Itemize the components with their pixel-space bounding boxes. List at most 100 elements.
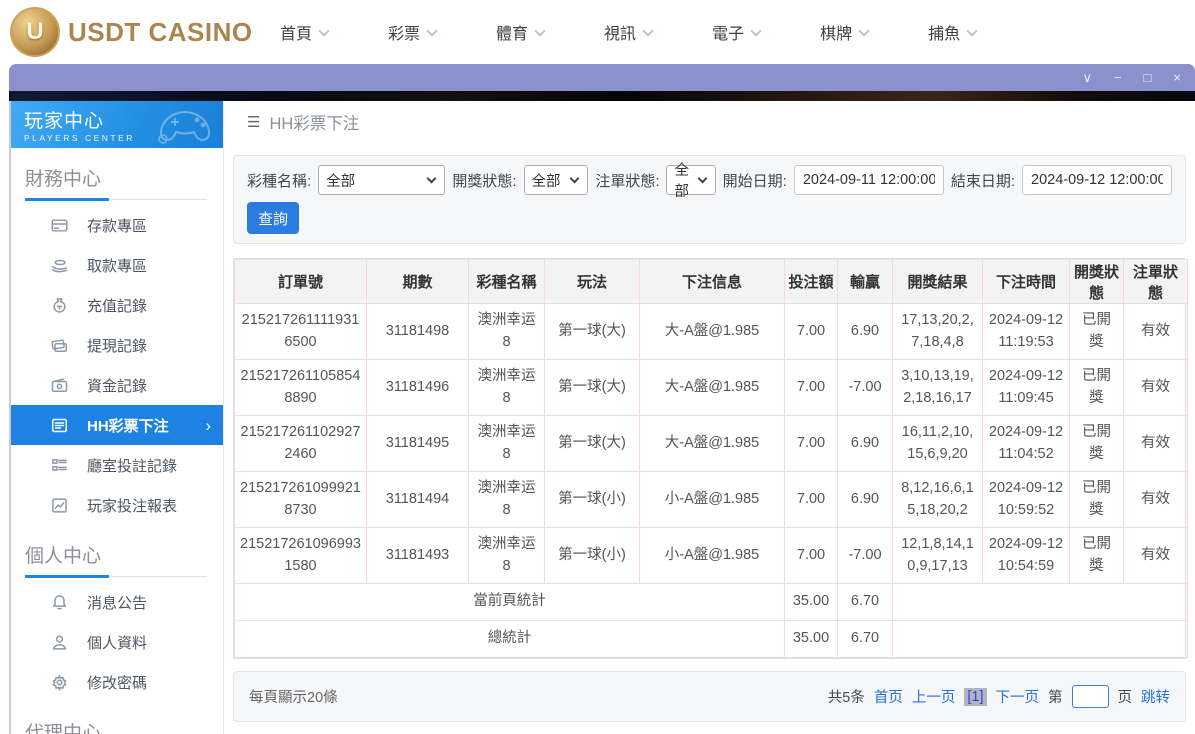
chevron-down-icon xyxy=(569,173,580,184)
table-cell: 小-A盤@1.985 xyxy=(639,471,785,528)
jump-suffix-label: 页 xyxy=(1117,690,1133,706)
start-date-input[interactable] xyxy=(793,165,944,195)
sidebar-item-deposit-area[interactable]: 存款專區 xyxy=(11,205,223,245)
table-cell: 17,13,20,2,7,18,4,8 xyxy=(892,303,983,360)
next-page-link[interactable]: 下一页 xyxy=(996,686,1040,707)
column-header: 期數 xyxy=(366,259,469,304)
section-underline xyxy=(25,575,207,578)
table-cell: 有效 xyxy=(1123,303,1188,360)
table-cell: 7.00 xyxy=(784,415,838,472)
nav-item-sports[interactable]: 體育 xyxy=(496,20,546,44)
sidebar-sections: 財務中心存款專區取款專區 充值記錄提現記錄資金記錄 HH彩票下注 › 廳室投註記錄 玩家投… xyxy=(11,148,223,734)
sidebar-item-withdraw-records[interactable]: 提現記錄 xyxy=(11,325,223,365)
nav-item-lottery[interactable]: 彩票 xyxy=(388,20,438,44)
order-status-select[interactable]: 全部 xyxy=(666,163,716,200)
brand[interactable]: U USDT CASINO xyxy=(10,7,268,57)
jump-prefix-label: 第 xyxy=(1048,690,1063,706)
table-cell: 8,12,16,6,15,18,20,2 xyxy=(892,471,983,528)
window-maximize-icon[interactable]: □ xyxy=(1144,71,1152,84)
table-header-row: 訂單號 期數 彩種名稱 玩法 下注信息 投注額 輸贏 開獎結果 下注時間 開獎狀態 注單狀態 xyxy=(234,259,1188,304)
window-collapse-icon[interactable]: ∨ xyxy=(1082,71,1092,84)
lottery-name-select[interactable]: 全部 xyxy=(318,165,446,195)
table-cell: 第一球(大) xyxy=(544,303,640,360)
main-menu: 首頁 彩票 體育 視訊 電子 棋牌 捕魚 xyxy=(280,20,978,44)
table-cell: 7.00 xyxy=(784,471,838,528)
hamburger-menu-icon[interactable]: ☰ xyxy=(247,113,260,131)
site-top-nav: U USDT CASINO 首頁 彩票 體育 視訊 電子 棋牌 捕魚 xyxy=(0,0,1195,64)
chevron-down-icon xyxy=(750,24,762,37)
chevron-down-icon xyxy=(426,173,437,184)
logo-letter: U xyxy=(26,18,44,45)
summary-empty-cell xyxy=(892,620,1188,658)
draw-status-select[interactable]: 全部 xyxy=(523,165,589,195)
nav-item-label: 視訊 xyxy=(604,26,637,43)
summary-empty-cell xyxy=(892,583,1188,621)
table-cell: 3,10,13,19,2,18,16,17 xyxy=(892,359,983,416)
table-cell: 已開獎 xyxy=(1069,527,1124,584)
sidebar-item-withdraw-area[interactable]: 取款專區 xyxy=(11,245,223,285)
chevron-down-icon xyxy=(318,24,330,37)
table-cell: 澳洲幸运8 xyxy=(468,303,545,360)
first-page-link[interactable]: 首页 xyxy=(874,686,903,707)
nav-item-home[interactable]: 首頁 xyxy=(280,20,330,44)
sidebar-item-label: 消息公告 xyxy=(87,594,148,612)
withdraw-hand-icon xyxy=(51,257,68,274)
lottery-name-label: 彩種名稱: xyxy=(247,172,312,190)
sidebar-item-announcements[interactable]: 消息公告 xyxy=(11,582,223,622)
nav-item-label: 體育 xyxy=(496,26,529,43)
sidebar-item-label: 資金記錄 xyxy=(87,377,148,395)
table-cell: -7.00 xyxy=(837,527,893,584)
summary-bet-total: 35.00 xyxy=(784,583,838,621)
nav-item-board-games[interactable]: 棋牌 xyxy=(820,20,870,44)
pagination-controls: 共5条 首页 上一页 [1] 下一页 第 页 跳转 xyxy=(828,685,1170,708)
app-window: ∨ − □ × 玩家中心 PLAYERS CENTER 財務中心 存款專區 取款專區… xyxy=(9,64,1195,734)
nav-item-label: 彩票 xyxy=(388,26,421,43)
table-row: 2152172610999218730 31181494 澳洲幸运8 第一球(小) 小-… xyxy=(234,471,1188,528)
table-row: 2152172611029272460 31181495 澳洲幸运8 第一球(大) 大-… xyxy=(234,415,1188,472)
sidebar-item-change-password[interactable]: 修改密碼 xyxy=(11,662,223,702)
sidebar-section-title: 財務中心 xyxy=(25,169,102,190)
chevron-down-icon xyxy=(534,24,546,37)
table-cell: 7.00 xyxy=(784,303,838,360)
current-page[interactable]: [1] xyxy=(964,687,987,706)
sidebar-item-label: 存款專區 xyxy=(87,217,148,235)
deposit-card-icon xyxy=(51,217,68,234)
table-cell: 2152172611058548890 xyxy=(234,359,367,416)
window-close-icon[interactable]: × xyxy=(1173,71,1181,84)
search-button[interactable]: 查詢 xyxy=(247,202,299,234)
sidebar-item-recharge-records[interactable]: 充值記錄 xyxy=(11,285,223,325)
sidebar-item-label: 提現記錄 xyxy=(87,337,148,355)
sidebar-item-hh-lottery-bets[interactable]: HH彩票下注 › xyxy=(11,405,223,445)
table-cell: 2024-09-12 11:09:45 xyxy=(982,359,1070,416)
sidebar-item-room-bet-records[interactable]: 廳室投註記錄 xyxy=(11,445,223,485)
nav-item-video[interactable]: 視訊 xyxy=(604,20,654,44)
table-cell: -7.00 xyxy=(837,359,893,416)
column-header: 投注額 xyxy=(784,259,838,304)
table-cell: 6.90 xyxy=(837,303,893,360)
nav-item-fishing[interactable]: 捕魚 xyxy=(928,20,978,44)
nav-item-electronic[interactable]: 電子 xyxy=(712,20,762,44)
table-cell: 第一球(小) xyxy=(544,527,640,584)
sidebar-item-profile[interactable]: 個人資料 xyxy=(11,622,223,662)
table-cell: 澳洲幸运8 xyxy=(468,527,545,584)
window-titlebar: ∨ − □ × xyxy=(9,64,1195,91)
sidebar-item-player-bet-report[interactable]: 玩家投注報表 xyxy=(11,485,223,525)
total-count: 共5条 xyxy=(827,690,865,706)
recharge-bag-icon xyxy=(51,297,68,314)
pagination-bar: 每頁顯示20條 共5条 首页 上一页 [1] 下一页 第 页 跳转 xyxy=(233,671,1186,722)
filter-panel: 彩種名稱: 全部 開獎狀態: 全部 注單狀態: 全部 開始日期: 2024-09… xyxy=(233,155,1186,244)
draw-status-label: 開獎狀態: xyxy=(452,172,517,190)
table-cell: 2024-09-12 11:04:52 xyxy=(982,415,1070,472)
page-jump-input[interactable] xyxy=(1071,685,1109,708)
sidebar-item-label: HH彩票下注 xyxy=(87,417,169,435)
summary-label: 當前頁統計 xyxy=(234,583,785,621)
jump-link[interactable]: 跳转 xyxy=(1141,686,1170,707)
gear-icon xyxy=(51,674,68,691)
end-date-input[interactable] xyxy=(1022,165,1172,195)
sidebar-item-funds-records[interactable]: 資金記錄 xyxy=(11,365,223,405)
table-cell: 有效 xyxy=(1123,359,1188,416)
window-minimize-icon[interactable]: − xyxy=(1114,71,1122,84)
nav-item-label: 電子 xyxy=(712,26,745,43)
prev-page-link[interactable]: 上一页 xyxy=(912,686,956,707)
sidebar-item-label: 修改密碼 xyxy=(87,674,148,692)
